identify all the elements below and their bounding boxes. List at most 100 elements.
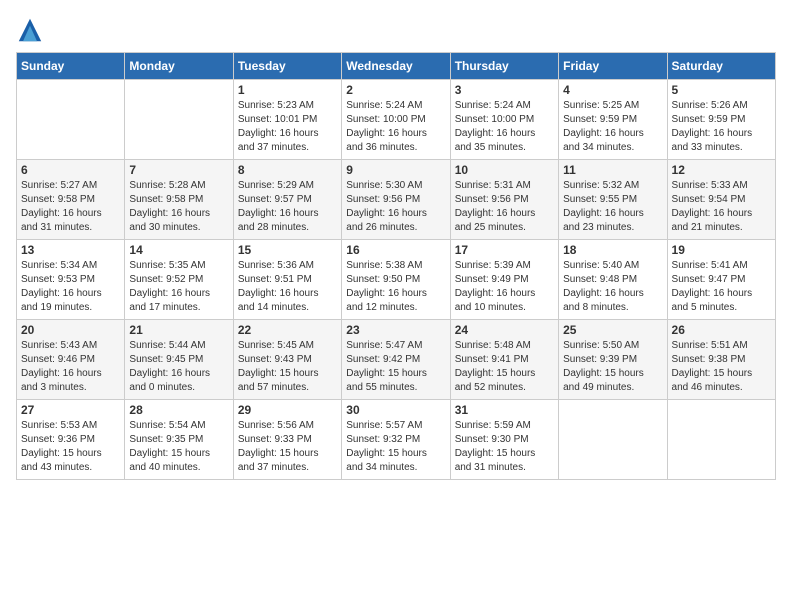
day-cell: 3 Sunrise: 5:24 AM Sunset: 10:00 PM Dayli…	[450, 80, 558, 160]
day-number: 23	[346, 323, 445, 337]
day-info: Sunrise: 5:27 AM Sunset: 9:58 PM Dayligh…	[21, 179, 120, 235]
day-info: Sunrise: 5:33 AM Sunset: 9:54 PM Dayligh…	[672, 179, 771, 235]
day-number: 8	[238, 163, 337, 177]
day-number: 1	[238, 83, 337, 97]
day-cell: 20Sunrise: 5:43 AM Sunset: 9:46 PM Dayli…	[17, 320, 125, 400]
week-row-3: 13 Sunrise: 5:34 AM Sunset: 9:53 PM Dayli…	[17, 240, 776, 320]
day-cell: 15Sunrise: 5:36 AM Sunset: 9:51 PM Dayli…	[233, 240, 341, 320]
day-number: 26	[672, 323, 771, 337]
day-number: 16	[346, 243, 445, 257]
header-cell-wednesday: Wednesday	[342, 53, 450, 80]
day-number: 3	[455, 83, 554, 97]
day-number: 11	[563, 163, 662, 177]
day-cell	[667, 400, 775, 480]
day-number: 27	[21, 403, 120, 417]
day-cell: 6 Sunrise: 5:27 AM Sunset: 9:58 PM Daylig…	[17, 160, 125, 240]
day-info: Sunrise: 5:56 AM Sunset: 9:33 PM Dayligh…	[238, 419, 337, 475]
header-cell-sunday: Sunday	[17, 53, 125, 80]
day-number: 20	[21, 323, 120, 337]
week-row-4: 20Sunrise: 5:43 AM Sunset: 9:46 PM Dayli…	[17, 320, 776, 400]
day-number: 28	[129, 403, 228, 417]
logo-icon	[16, 16, 44, 44]
day-cell: 11 Sunrise: 5:32 AM Sunset: 9:55 PM Dayli…	[559, 160, 667, 240]
header-cell-monday: Monday	[125, 53, 233, 80]
week-row-5: 27 Sunrise: 5:53 AM Sunset: 9:36 PM Dayli…	[17, 400, 776, 480]
day-cell: 14Sunrise: 5:35 AM Sunset: 9:52 PM Dayli…	[125, 240, 233, 320]
day-cell: 22Sunrise: 5:45 AM Sunset: 9:43 PM Dayli…	[233, 320, 341, 400]
day-number: 13	[21, 243, 120, 257]
day-number: 7	[129, 163, 228, 177]
day-cell: 2Sunrise: 5:24 AM Sunset: 10:00 PM Dayli…	[342, 80, 450, 160]
day-info: Sunrise: 5:26 AM Sunset: 9:59 PM Dayligh…	[672, 99, 771, 155]
header-cell-friday: Friday	[559, 53, 667, 80]
day-cell: 8 Sunrise: 5:29 AM Sunset: 9:57 PM Daylig…	[233, 160, 341, 240]
day-info: Sunrise: 5:51 AM Sunset: 9:38 PM Dayligh…	[672, 339, 771, 395]
header-cell-thursday: Thursday	[450, 53, 558, 80]
day-cell: 23 Sunrise: 5:47 AM Sunset: 9:42 PM Dayli…	[342, 320, 450, 400]
day-info: Sunrise: 5:31 AM Sunset: 9:56 PM Dayligh…	[455, 179, 554, 235]
day-cell: 5Sunrise: 5:26 AM Sunset: 9:59 PM Daylig…	[667, 80, 775, 160]
day-cell	[17, 80, 125, 160]
day-info: Sunrise: 5:28 AM Sunset: 9:58 PM Dayligh…	[129, 179, 228, 235]
day-number: 12	[672, 163, 771, 177]
day-info: Sunrise: 5:47 AM Sunset: 9:42 PM Dayligh…	[346, 339, 445, 395]
header-row: SundayMondayTuesdayWednesdayThursdayFrid…	[17, 53, 776, 80]
day-info: Sunrise: 5:59 AM Sunset: 9:30 PM Dayligh…	[455, 419, 554, 475]
day-info: Sunrise: 5:29 AM Sunset: 9:57 PM Dayligh…	[238, 179, 337, 235]
day-cell: 7 Sunrise: 5:28 AM Sunset: 9:58 PM Daylig…	[125, 160, 233, 240]
day-info: Sunrise: 5:53 AM Sunset: 9:36 PM Dayligh…	[21, 419, 120, 475]
day-cell: 19 Sunrise: 5:41 AM Sunset: 9:47 PM Dayli…	[667, 240, 775, 320]
day-cell	[559, 400, 667, 480]
day-cell: 10 Sunrise: 5:31 AM Sunset: 9:56 PM Dayli…	[450, 160, 558, 240]
day-number: 10	[455, 163, 554, 177]
day-info: Sunrise: 5:30 AM Sunset: 9:56 PM Dayligh…	[346, 179, 445, 235]
day-number: 6	[21, 163, 120, 177]
day-info: Sunrise: 5:24 AM Sunset: 10:00 PM Daylig…	[455, 99, 554, 155]
header-cell-tuesday: Tuesday	[233, 53, 341, 80]
day-info: Sunrise: 5:44 AM Sunset: 9:45 PM Dayligh…	[129, 339, 228, 395]
day-cell	[125, 80, 233, 160]
day-info: Sunrise: 5:41 AM Sunset: 9:47 PM Dayligh…	[672, 259, 771, 315]
day-info: Sunrise: 5:57 AM Sunset: 9:32 PM Dayligh…	[346, 419, 445, 475]
day-number: 21	[129, 323, 228, 337]
day-number: 2	[346, 83, 445, 97]
day-info: Sunrise: 5:54 AM Sunset: 9:35 PM Dayligh…	[129, 419, 228, 475]
day-info: Sunrise: 5:36 AM Sunset: 9:51 PM Dayligh…	[238, 259, 337, 315]
week-row-2: 6 Sunrise: 5:27 AM Sunset: 9:58 PM Daylig…	[17, 160, 776, 240]
day-info: Sunrise: 5:23 AM Sunset: 10:01 PM Daylig…	[238, 99, 337, 155]
page-header	[16, 16, 776, 44]
day-cell: 21 Sunrise: 5:44 AM Sunset: 9:45 PM Dayli…	[125, 320, 233, 400]
week-row-1: 1 Sunrise: 5:23 AM Sunset: 10:01 PM Dayli…	[17, 80, 776, 160]
day-number: 18	[563, 243, 662, 257]
day-cell: 24 Sunrise: 5:48 AM Sunset: 9:41 PM Dayli…	[450, 320, 558, 400]
day-cell: 29Sunrise: 5:56 AM Sunset: 9:33 PM Dayli…	[233, 400, 341, 480]
day-cell: 18Sunrise: 5:40 AM Sunset: 9:48 PM Dayli…	[559, 240, 667, 320]
day-cell: 16 Sunrise: 5:38 AM Sunset: 9:50 PM Dayli…	[342, 240, 450, 320]
day-info: Sunrise: 5:25 AM Sunset: 9:59 PM Dayligh…	[563, 99, 662, 155]
day-info: Sunrise: 5:32 AM Sunset: 9:55 PM Dayligh…	[563, 179, 662, 235]
day-info: Sunrise: 5:48 AM Sunset: 9:41 PM Dayligh…	[455, 339, 554, 395]
day-info: Sunrise: 5:35 AM Sunset: 9:52 PM Dayligh…	[129, 259, 228, 315]
calendar-body: 1 Sunrise: 5:23 AM Sunset: 10:01 PM Dayli…	[17, 80, 776, 480]
day-cell: 13 Sunrise: 5:34 AM Sunset: 9:53 PM Dayli…	[17, 240, 125, 320]
calendar-header: SundayMondayTuesdayWednesdayThursdayFrid…	[17, 53, 776, 80]
day-info: Sunrise: 5:34 AM Sunset: 9:53 PM Dayligh…	[21, 259, 120, 315]
header-cell-saturday: Saturday	[667, 53, 775, 80]
day-info: Sunrise: 5:45 AM Sunset: 9:43 PM Dayligh…	[238, 339, 337, 395]
logo	[16, 16, 48, 44]
day-number: 24	[455, 323, 554, 337]
day-cell: 25Sunrise: 5:50 AM Sunset: 9:39 PM Dayli…	[559, 320, 667, 400]
day-cell: 31Sunrise: 5:59 AM Sunset: 9:30 PM Dayli…	[450, 400, 558, 480]
day-info: Sunrise: 5:50 AM Sunset: 9:39 PM Dayligh…	[563, 339, 662, 395]
day-cell: 12 Sunrise: 5:33 AM Sunset: 9:54 PM Dayli…	[667, 160, 775, 240]
day-number: 30	[346, 403, 445, 417]
day-cell: 27 Sunrise: 5:53 AM Sunset: 9:36 PM Dayli…	[17, 400, 125, 480]
day-cell: 28 Sunrise: 5:54 AM Sunset: 9:35 PM Dayli…	[125, 400, 233, 480]
day-cell: 26 Sunrise: 5:51 AM Sunset: 9:38 PM Dayli…	[667, 320, 775, 400]
day-cell: 4Sunrise: 5:25 AM Sunset: 9:59 PM Daylig…	[559, 80, 667, 160]
day-number: 9	[346, 163, 445, 177]
day-info: Sunrise: 5:38 AM Sunset: 9:50 PM Dayligh…	[346, 259, 445, 315]
day-number: 19	[672, 243, 771, 257]
day-cell: 1 Sunrise: 5:23 AM Sunset: 10:01 PM Dayli…	[233, 80, 341, 160]
calendar-table: SundayMondayTuesdayWednesdayThursdayFrid…	[16, 52, 776, 480]
